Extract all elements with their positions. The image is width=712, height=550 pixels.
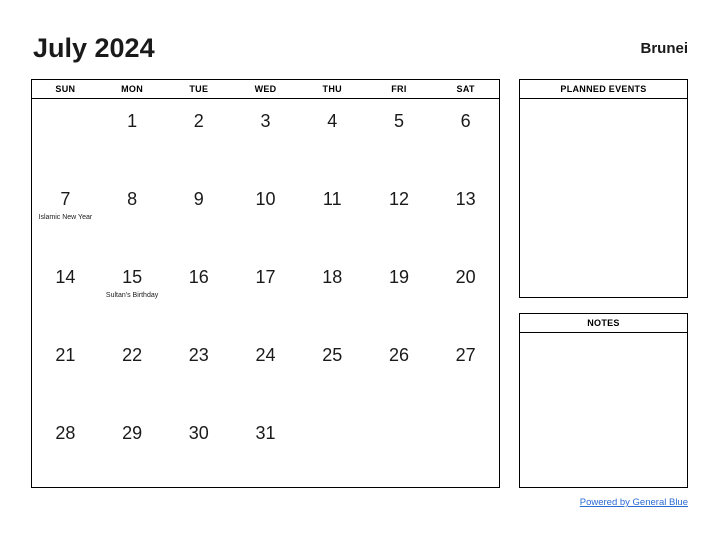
- day-number: 9: [193, 189, 204, 209]
- day-number: 20: [455, 267, 476, 287]
- calendar-day-cell[interactable]: 29: [99, 411, 166, 489]
- calendar-week-row: 1 2 3 4 5 6: [32, 99, 499, 177]
- planned-events-title: PLANNED EVENTS: [520, 80, 687, 99]
- calendar-week-row: 7 Islamic New Year 8 9 10 11 12 13: [32, 177, 499, 255]
- day-number: 23: [188, 345, 209, 365]
- calendar-week-row: 28 29 30 31: [32, 411, 499, 489]
- calendar-day-cell-empty: [32, 99, 99, 177]
- calendar-day-cell[interactable]: 1: [99, 99, 166, 177]
- day-number: 22: [122, 345, 143, 365]
- calendar-day-cell[interactable]: 6: [432, 99, 499, 177]
- day-event-label: Sultan's Birthday: [105, 292, 159, 299]
- calendar-day-cell[interactable]: 18: [299, 255, 366, 333]
- day-number: 14: [55, 267, 76, 287]
- calendar-weeks: 1 2 3 4 5 6 7 Islamic New Year 8 9 10 11 12 13 14 15 Sul…: [32, 99, 499, 489]
- calendar-day-cell[interactable]: 17: [232, 255, 299, 333]
- calendar-day-cell[interactable]: 15 Sultan's Birthday: [99, 255, 166, 333]
- calendar-day-cell[interactable]: 16: [165, 255, 232, 333]
- notes-title: NOTES: [520, 314, 687, 333]
- country-label: Brunei: [640, 40, 688, 57]
- calendar-day-cell[interactable]: 21: [32, 333, 99, 411]
- calendar-day-cell[interactable]: 25: [299, 333, 366, 411]
- calendar-day-cell[interactable]: 27: [432, 333, 499, 411]
- calendar-day-cell-empty: [366, 411, 433, 489]
- day-number: 19: [388, 267, 409, 287]
- calendar-day-cell[interactable]: 5: [366, 99, 433, 177]
- page-header: July 2024 Brunei: [31, 32, 688, 70]
- calendar-day-cell[interactable]: 4: [299, 99, 366, 177]
- calendar-day-cell[interactable]: 28: [32, 411, 99, 489]
- day-number: 29: [122, 423, 143, 443]
- calendar-day-cell[interactable]: 31: [232, 411, 299, 489]
- footer: Powered by General Blue: [519, 496, 688, 510]
- calendar-day-cell[interactable]: 30: [165, 411, 232, 489]
- day-number: 7: [60, 189, 71, 209]
- calendar-day-cell[interactable]: 24: [232, 333, 299, 411]
- weekday-header-thu: THU: [322, 84, 342, 94]
- calendar-day-cell-empty: [299, 411, 366, 489]
- day-number: 30: [188, 423, 209, 443]
- day-number: 3: [260, 111, 271, 131]
- calendar-day-cell[interactable]: 20: [432, 255, 499, 333]
- day-number: 10: [255, 189, 276, 209]
- day-number: 8: [127, 189, 138, 209]
- planned-events-body[interactable]: [520, 99, 687, 297]
- calendar-day-cell[interactable]: 12: [366, 177, 433, 255]
- calendar-day-cell[interactable]: 13: [432, 177, 499, 255]
- calendar-day-cell[interactable]: 8: [99, 177, 166, 255]
- planned-events-panel: PLANNED EVENTS: [519, 79, 688, 298]
- day-number: 18: [322, 267, 343, 287]
- day-number: 1: [127, 111, 138, 131]
- calendar-day-cell[interactable]: 26: [366, 333, 433, 411]
- calendar-day-cell[interactable]: 19: [366, 255, 433, 333]
- notes-panel: NOTES: [519, 313, 688, 488]
- day-number: 17: [255, 267, 276, 287]
- day-number: 16: [188, 267, 209, 287]
- calendar-day-cell[interactable]: 23: [165, 333, 232, 411]
- calendar-grid: SUN MON TUE WED THU FRI SAT 1 2 3 4 5 6 7 Islamic New…: [31, 79, 500, 488]
- page-title: July 2024: [33, 33, 155, 63]
- day-number: 24: [255, 345, 276, 365]
- day-number: 5: [393, 111, 404, 131]
- day-number: 21: [55, 345, 76, 365]
- day-number: 11: [322, 189, 342, 209]
- day-number: 2: [193, 111, 204, 131]
- calendar-day-cell[interactable]: 3: [232, 99, 299, 177]
- calendar-week-row: 14 15 Sultan's Birthday 16 17 18 19 20: [32, 255, 499, 333]
- day-number: 15: [122, 267, 143, 287]
- calendar-day-cell[interactable]: 10: [232, 177, 299, 255]
- day-number: 26: [388, 345, 409, 365]
- day-event-label: Islamic New Year: [38, 214, 93, 221]
- weekday-header-fri: FRI: [391, 84, 407, 94]
- weekday-header-row: SUN MON TUE WED THU FRI SAT: [32, 80, 499, 99]
- weekday-header-sun: SUN: [55, 84, 76, 94]
- calendar-week-row: 21 22 23 24 25 26 27: [32, 333, 499, 411]
- notes-body[interactable]: [520, 333, 687, 487]
- calendar-day-cell[interactable]: 7 Islamic New Year: [32, 177, 99, 255]
- weekday-header-wed: WED: [254, 84, 277, 94]
- calendar-day-cell[interactable]: 2: [165, 99, 232, 177]
- calendar-day-cell-empty: [432, 411, 499, 489]
- calendar-day-cell[interactable]: 14: [32, 255, 99, 333]
- day-number: 25: [322, 345, 343, 365]
- day-number: 13: [455, 189, 476, 209]
- day-number: 28: [55, 423, 76, 443]
- day-number: 27: [455, 345, 476, 365]
- day-number: 6: [460, 111, 471, 131]
- powered-by-link[interactable]: Powered by General Blue: [580, 497, 688, 508]
- day-number: 4: [327, 111, 338, 131]
- weekday-header-tue: TUE: [189, 84, 209, 94]
- day-number: 12: [388, 189, 409, 209]
- weekday-header-mon: MON: [121, 84, 144, 94]
- weekday-header-sat: SAT: [456, 84, 475, 94]
- day-number: 31: [255, 423, 276, 443]
- calendar-day-cell[interactable]: 11: [299, 177, 366, 255]
- calendar-day-cell[interactable]: 9: [165, 177, 232, 255]
- calendar-day-cell[interactable]: 22: [99, 333, 166, 411]
